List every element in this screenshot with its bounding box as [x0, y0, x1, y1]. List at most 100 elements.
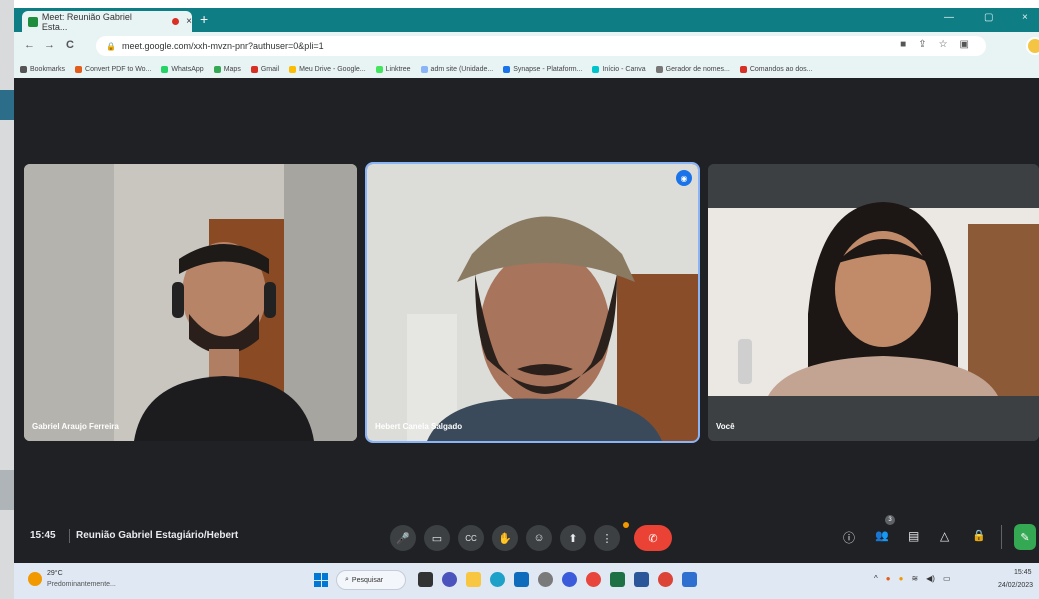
browser-tab-meet[interactable]: Meet: Reunião Gabriel Esta... × — [22, 11, 192, 32]
bookmark-icon — [161, 65, 169, 73]
leave-call-button[interactable]: ✆ — [634, 525, 672, 551]
os-taskbar: 29°C Predominantemente... ⌕ Pesquisar ^ … — [14, 563, 1039, 599]
participant-tile-active[interactable]: ◉ Hebert Canela Salgado — [365, 162, 700, 443]
participant-tile[interactable]: Gabriel Araujo Ferreira — [24, 164, 357, 441]
participant-video — [24, 164, 357, 441]
app-icon[interactable] — [682, 572, 697, 587]
taskbar-date[interactable]: 24/02/2023 — [998, 582, 1033, 589]
participant-video — [367, 164, 698, 441]
tab-title: Meet: Reunião Gabriel Esta... — [41, 11, 132, 32]
extensions-icon[interactable]: ▣ — [960, 39, 969, 50]
file-explorer-icon[interactable] — [466, 572, 481, 587]
bookmark-icon — [375, 65, 383, 73]
system-tray: ^ ● ● ≋ ◀) ▭ — [874, 574, 951, 583]
bookmark-item[interactable]: Gmail — [250, 65, 279, 73]
close-window-button[interactable]: × — [1022, 12, 1028, 23]
tray-app-icon[interactable]: ● — [886, 574, 891, 583]
mic-toggle-button[interactable]: 🎤 — [390, 525, 416, 551]
bookmark-item[interactable]: Comandos ao dos... — [739, 65, 813, 73]
app-icon[interactable] — [586, 572, 601, 587]
edge-highlight — [0, 470, 14, 510]
teams-chat-icon[interactable] — [442, 572, 457, 587]
start-button[interactable] — [314, 573, 328, 587]
bookmark-item[interactable]: Meu Drive - Google... — [289, 65, 366, 73]
participant-name: Gabriel Araujo Ferreira — [32, 422, 119, 431]
speaking-indicator-icon: ◉ — [676, 170, 692, 186]
bookmark-item[interactable]: WhatsApp — [161, 65, 204, 73]
meeting-info-icon[interactable]: ⓘ — [843, 529, 855, 546]
bookmarks-bar: Bookmarks Convert PDF to Wo... WhatsApp … — [14, 60, 1039, 78]
profile-avatar[interactable] — [1026, 37, 1039, 55]
minimize-button[interactable]: — — [944, 12, 954, 23]
bookmark-icon — [655, 65, 663, 73]
store-icon[interactable] — [514, 572, 529, 587]
bookmark-item[interactable]: Synapse - Plataform... — [503, 65, 582, 73]
screen: Meet: Reunião Gabriel Esta... × + — ▢ × … — [0, 0, 1039, 599]
settings-icon[interactable] — [538, 572, 553, 587]
bookmark-item[interactable]: adm site (Unidade... — [420, 65, 493, 73]
forward-button[interactable]: → — [44, 39, 55, 51]
new-tab-button[interactable]: + — [200, 11, 208, 27]
share-icon[interactable]: ⇪ — [918, 39, 926, 50]
browser-tab-bar: Meet: Reunião Gabriel Esta... × + — ▢ × — [14, 8, 1039, 32]
raise-hand-button[interactable]: ✋ — [492, 525, 518, 551]
divider — [1001, 525, 1002, 549]
bookmark-icon — [20, 65, 27, 73]
participant-tile-self[interactable]: Você — [708, 164, 1039, 441]
tray-app-icon[interactable]: ● — [899, 574, 904, 583]
meeting-clock: 15:45 — [30, 530, 56, 541]
bookmark-icon — [213, 65, 221, 73]
meeting-title: Reunião Gabriel Estagiário/Hebert — [76, 530, 239, 541]
bookmark-star-icon[interactable]: ☆ — [939, 39, 948, 50]
bookmark-icon — [592, 65, 600, 73]
more-options-button[interactable]: ⋮ — [594, 525, 620, 551]
left-window-edge — [0, 0, 14, 599]
taskbar-clock[interactable]: 15:45 — [1014, 569, 1032, 576]
wifi-icon[interactable]: ≋ — [911, 574, 918, 583]
reactions-button[interactable]: ☺ — [526, 525, 552, 551]
chat-icon[interactable]: ▤ — [908, 529, 919, 543]
back-button[interactable]: ← — [24, 39, 35, 51]
battery-icon[interactable]: ▭ — [943, 574, 951, 583]
bookmark-item[interactable]: Linktree — [375, 65, 411, 73]
participant-name: Hebert Canela Salgado — [375, 422, 463, 431]
bookmark-icon — [289, 65, 297, 73]
meet-favicon-icon — [28, 16, 38, 27]
present-button[interactable]: ⬆ — [560, 525, 586, 551]
edge-accent — [0, 90, 14, 120]
camera-in-use-icon[interactable]: ■ — [900, 39, 906, 50]
bookmark-item[interactable]: Início - Canva — [592, 65, 646, 73]
camera-toggle-button[interactable]: ▭ — [424, 525, 450, 551]
reload-button[interactable]: C — [66, 39, 74, 51]
excel-icon[interactable] — [610, 572, 625, 587]
maximize-button[interactable]: ▢ — [984, 12, 993, 23]
search-icon: ⌕ — [345, 576, 349, 583]
bookmark-item[interactable]: Convert PDF to Wo... — [75, 65, 151, 73]
activities-panel-button[interactable]: ✎ — [1014, 524, 1036, 550]
search-label: Pesquisar — [351, 576, 384, 584]
people-icon[interactable]: 👥 — [875, 529, 889, 542]
captions-button[interactable]: CC — [458, 525, 484, 551]
taskbar-search[interactable]: ⌕ Pesquisar — [336, 570, 406, 590]
chrome-icon[interactable] — [658, 572, 673, 587]
activities-icon[interactable]: △ — [940, 529, 949, 543]
url-text: meet.google.com/xxh-mvzn-pnr?authuser=0&… — [121, 41, 324, 51]
task-view-icon[interactable] — [418, 572, 433, 587]
notification-dot — [623, 522, 629, 528]
edge-icon[interactable] — [490, 572, 505, 587]
host-controls-icon[interactable]: 🔒 — [972, 529, 986, 542]
participant-name: Você — [716, 422, 735, 431]
lock-icon: 🔒 — [106, 41, 116, 51]
bookmark-item[interactable]: Gerador de nomes... — [655, 65, 730, 73]
bookmark-item[interactable]: Maps — [213, 65, 241, 73]
volume-icon[interactable]: ◀) — [926, 574, 935, 583]
weather-icon[interactable] — [28, 572, 42, 586]
chevron-up-icon[interactable]: ^ — [874, 574, 878, 583]
bookmark-icon — [75, 65, 83, 73]
tab-close-button[interactable]: × — [186, 16, 192, 27]
app-icon[interactable] — [562, 572, 577, 587]
bookmark-item[interactable]: Bookmarks — [20, 65, 65, 73]
bookmark-icon — [420, 65, 428, 73]
url-field[interactable]: 🔒 meet.google.com/xxh-mvzn-pnr?authuser=… — [96, 36, 986, 56]
word-icon[interactable] — [634, 572, 649, 587]
